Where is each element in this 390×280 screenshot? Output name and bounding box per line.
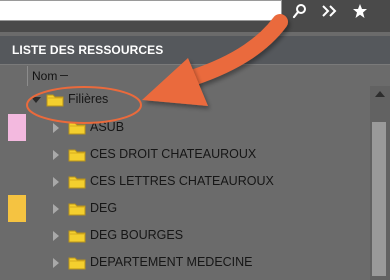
expand-arrow-icon[interactable] [53, 231, 59, 241]
column-divider [27, 66, 28, 86]
color-marker [8, 195, 26, 222]
folder-icon [68, 203, 86, 216]
tree-node[interactable]: DEG [0, 195, 390, 222]
folder-icon [68, 257, 86, 270]
tree-node-label: CES DROIT CHATEAUROUX [90, 147, 257, 161]
expand-arrow-icon[interactable] [53, 177, 59, 187]
folder-icon [68, 230, 86, 243]
scroll-thumb[interactable] [372, 122, 386, 276]
tree-node[interactable]: DEPARTEMENT MEDECINE [0, 249, 390, 276]
expand-arrow-icon[interactable] [53, 204, 59, 214]
tree-node-label: DEG BOURGES [90, 228, 184, 242]
tree-node-label: CES LETTRES CHATEAUROUX [90, 174, 274, 188]
sort-indicator-icon [60, 75, 68, 76]
tree-node-label: DEG [90, 201, 118, 215]
tree-node[interactable]: DEG BOURGES [0, 222, 390, 249]
column-header-nom[interactable]: Nom [32, 69, 57, 83]
folder-icon [68, 149, 86, 162]
tree-node[interactable]: CES DROIT CHATEAUROUX [0, 141, 390, 168]
expand-arrow-icon[interactable] [53, 258, 59, 268]
highlight-ellipse [26, 86, 142, 124]
tree-node[interactable]: CES LETTRES CHATEAUROUX [0, 168, 390, 195]
expand-arrow-icon[interactable] [53, 150, 59, 160]
tree-node-label: DEPARTEMENT MEDECINE [90, 255, 253, 269]
folder-icon [68, 176, 86, 189]
annotation-arrow-icon [142, 14, 288, 106]
